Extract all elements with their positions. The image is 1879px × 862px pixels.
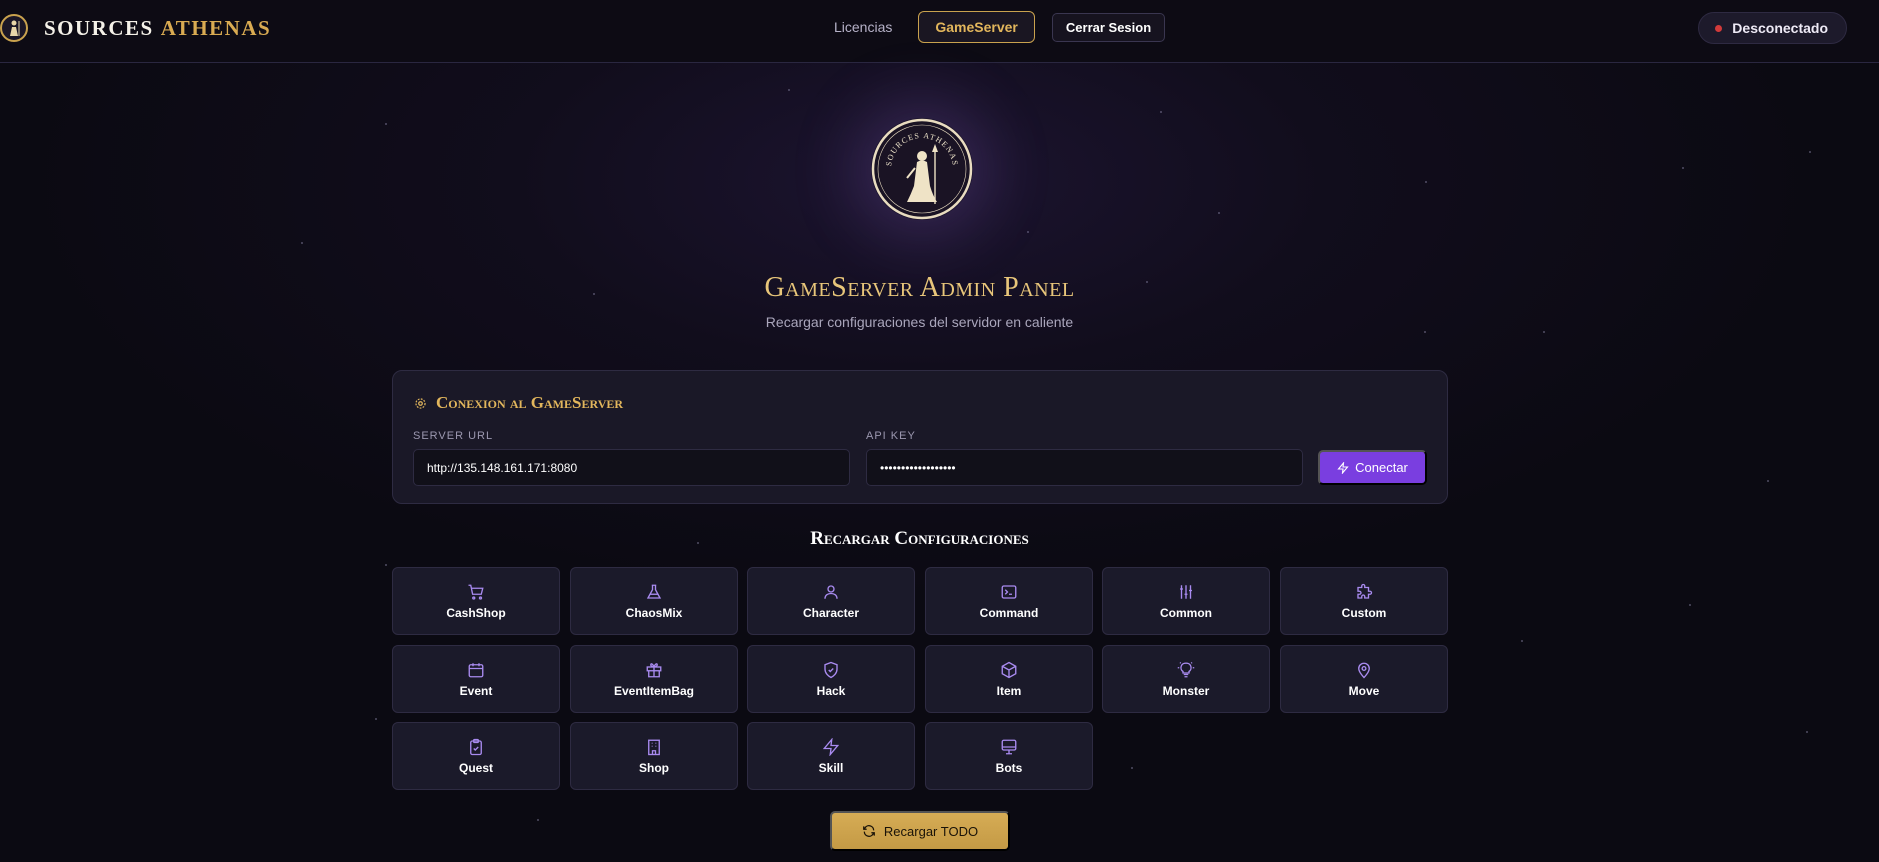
nav-link-licencias[interactable]: Licencias	[820, 11, 906, 43]
tile-label: Hack	[816, 683, 846, 698]
cart-icon	[468, 584, 484, 600]
settings-icon	[415, 397, 426, 409]
brand-name-part2: ATHENAS	[160, 15, 272, 40]
user-icon	[824, 584, 838, 599]
reload-tile-bots[interactable]: Bots	[925, 722, 1093, 790]
main-nav: Licencias GameServer Cerrar Sesion	[820, 11, 1166, 43]
reload-all-label: Recargar TODO	[883, 823, 979, 839]
brand[interactable]: SOURCES ATHENAS	[0, 14, 271, 42]
reload-tile-common[interactable]: Common	[1102, 567, 1270, 635]
sliders-icon	[1180, 584, 1192, 599]
reload-tile-shop[interactable]: Shop	[570, 722, 738, 790]
terminal-icon	[1001, 584, 1017, 599]
athena-emblem: SOURCES ATHENAS	[871, 118, 973, 220]
tile-label: Command	[979, 605, 1039, 620]
connection-status-badge: Desconectado	[1698, 12, 1847, 44]
connect-button-label: Conectar	[1355, 460, 1408, 475]
reload-tile-move[interactable]: Move	[1280, 645, 1448, 713]
page-title: GameServer Admin Panel	[764, 272, 1075, 303]
calendar-icon	[468, 662, 484, 677]
tile-label: ChaosMix	[625, 605, 683, 620]
gift-icon	[646, 662, 662, 677]
reload-tile-character[interactable]: Character	[747, 567, 915, 635]
connect-button[interactable]: Conectar	[1318, 450, 1427, 485]
page-subtitle: Recargar configuraciones del servidor en…	[765, 314, 1074, 330]
tile-label: Event	[459, 683, 493, 698]
top-navbar: SOURCES ATHENAS Licencias GameServer Cerr…	[0, 0, 1879, 63]
server-url-label: SERVER URL	[413, 430, 494, 442]
reload-tile-chaosmix[interactable]: ChaosMix	[570, 567, 738, 635]
tile-label: Quest	[458, 760, 493, 775]
reload-tile-skill[interactable]: Skill	[747, 722, 915, 790]
box-icon	[1001, 661, 1017, 678]
tile-label: Item	[996, 683, 1022, 698]
athena-logo-icon	[0, 14, 28, 42]
api-key-label: API KEY	[866, 430, 916, 442]
server-url-input[interactable]: http://135.148.161.171:8080	[413, 449, 850, 486]
monitor-icon	[1001, 739, 1017, 754]
reload-all-button[interactable]: Recargar TODO	[830, 811, 1010, 851]
tile-label: Common	[1160, 605, 1212, 620]
brand-name-part1: SOURCES	[44, 15, 154, 40]
tile-label: Skill	[818, 760, 844, 775]
brand-name: SOURCES ATHENAS	[44, 16, 271, 41]
bulb-icon	[1177, 661, 1195, 677]
shield-icon	[824, 661, 838, 678]
reload-tile-custom[interactable]: Custom	[1280, 567, 1448, 635]
tile-label: Bots	[995, 760, 1023, 775]
reload-tile-monster[interactable]: Monster	[1102, 645, 1270, 713]
tile-label: Character	[802, 605, 860, 620]
tile-label: Custom	[1341, 605, 1387, 620]
api-key-input[interactable]: ••••••••••••••••••	[866, 449, 1303, 486]
clipboard-icon	[470, 738, 482, 755]
logout-button[interactable]: Cerrar Sesion	[1051, 12, 1166, 42]
nav-link-gameserver[interactable]: GameServer	[918, 11, 1035, 43]
reload-tile-quest[interactable]: Quest	[392, 722, 560, 790]
status-label: Desconectado	[1732, 20, 1828, 36]
reload-tile-command[interactable]: Command	[925, 567, 1093, 635]
building-icon	[648, 739, 660, 755]
flask-icon	[646, 584, 662, 599]
zap-icon	[822, 737, 840, 756]
reload-tile-hack[interactable]: Hack	[747, 645, 915, 713]
tile-label: Move	[1348, 683, 1380, 698]
reload-tile-event[interactable]: Event	[392, 645, 560, 713]
refresh-icon	[863, 825, 875, 837]
map-pin-icon	[1358, 662, 1370, 678]
tile-label: EventItemBag	[613, 683, 695, 698]
puzzle-icon	[1357, 583, 1373, 599]
connection-card-title: Conexion al GameServer	[436, 393, 624, 412]
reload-tile-item[interactable]: Item	[925, 645, 1093, 713]
tile-label: Monster	[1162, 683, 1210, 698]
connection-card-header: Conexion al GameServer	[414, 393, 623, 413]
tile-label: Shop	[639, 760, 669, 775]
status-dot-icon	[1715, 24, 1723, 32]
connection-card: Conexion al GameServer SERVER URL http:/…	[392, 370, 1448, 504]
tile-label: CashShop	[446, 605, 506, 620]
zap-icon	[1337, 461, 1349, 474]
reload-tile-eventitembag[interactable]: EventItemBag	[570, 645, 738, 713]
reload-section-title: Recargar Configuraciones	[810, 528, 1029, 549]
reload-tile-cashshop[interactable]: CashShop	[392, 567, 560, 635]
